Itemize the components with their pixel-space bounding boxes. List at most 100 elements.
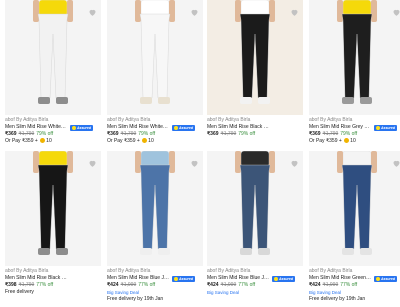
original-price: ₹1,799 [18, 282, 35, 288]
discount-percent: 79% off [340, 131, 358, 137]
product-image[interactable] [309, 0, 400, 115]
model-photo [207, 0, 303, 115]
supercoin-offer-text: Or Pay ₹359 + [309, 138, 344, 144]
assured-badge: Assured [374, 124, 398, 131]
original-price: ₹1,999 [220, 282, 237, 288]
product-name-row: Men Slim Mid Rise Black Jea... [207, 124, 303, 131]
product-info: abof By Aditya Birla Men Slim Mid Rise Bl… [207, 268, 303, 307]
model-photo [5, 0, 101, 115]
product-name[interactable]: Men Slim Mid Rise Black Jea... [207, 124, 269, 131]
wishlist-heart-icon[interactable] [290, 4, 299, 16]
product-card[interactable]: abof By Aditya Birla Men Slim Mid Rise Bl… [207, 0, 303, 150]
product-brand: abof By Aditya Birla [309, 268, 353, 274]
supercoin-offer: Or Pay ₹359 + 10 [5, 138, 101, 145]
product-image[interactable] [207, 151, 303, 266]
product-name[interactable]: Men Slim Mid Rise Grey Jeans [309, 124, 371, 131]
original-price: ₹1,799 [120, 131, 137, 137]
supercoin-icon [344, 138, 350, 143]
product-info: abof By Aditya Birla Men Slim Mid Rise Gr… [309, 268, 400, 307]
selling-price: ₹369 [309, 131, 321, 137]
supercoin-count: 10 [350, 138, 356, 144]
delivery-info: Free delivery [5, 289, 34, 295]
product-name[interactable]: Men Slim Mid Rise Blue Jeans [107, 275, 169, 282]
product-image[interactable] [309, 151, 400, 266]
product-card[interactable]: abof By Aditya Birla Men Slim Mid Rise Bl… [5, 151, 101, 301]
product-brand: abof By Aditya Birla [5, 117, 49, 123]
product-card[interactable]: abof By Aditya Birla Men Slim Mid Rise Gr… [309, 151, 400, 302]
assured-dot-icon [174, 276, 178, 281]
discount-percent: 79% off [36, 131, 54, 137]
wishlist-heart-icon[interactable] [290, 155, 299, 167]
price-row: ₹369 ₹1,799 79% off [309, 131, 400, 138]
delivery-info: Free delivery by 19th Jan [309, 296, 366, 302]
product-card[interactable]: abof By Aditya Birla Men Slim Mid Rise Wh… [107, 0, 203, 150]
model-photo [309, 151, 400, 266]
product-name-row: Men Slim Mid Rise White Jea... Assured [107, 124, 203, 131]
wishlist-heart-icon[interactable] [190, 155, 199, 167]
product-info: abof By Aditya Birla Men Slim Mid Rise Bl… [107, 268, 203, 307]
product-name[interactable]: Men Slim Mid Rise Blue Jeans [207, 275, 269, 282]
assured-badge: Assured [374, 275, 398, 282]
original-price: ₹1,999 [120, 282, 137, 288]
assured-dot-icon [376, 125, 380, 130]
model-photo [5, 151, 101, 266]
discount-percent: 77% off [138, 282, 156, 288]
price-row: ₹369 ₹1,799 79% off [207, 131, 303, 138]
product-brand: abof By Aditya Birla [107, 268, 151, 274]
selling-price: ₹369 [107, 131, 119, 137]
product-image[interactable] [5, 151, 101, 266]
selling-price: ₹369 [5, 131, 17, 137]
supercoin-icon [142, 138, 148, 143]
product-card[interactable]: abof By Aditya Birla Men Slim Mid Rise Gr… [309, 0, 400, 150]
product-card[interactable]: abof By Aditya Birla Men Slim Mid Rise Wh… [5, 0, 101, 150]
product-image[interactable] [5, 0, 101, 115]
wishlist-heart-icon[interactable] [88, 155, 97, 167]
assured-dot-icon [174, 125, 178, 130]
assured-label: Assured [179, 276, 194, 281]
price-row: ₹369 ₹1,799 79% off [5, 131, 101, 138]
wishlist-heart-icon[interactable] [392, 155, 400, 167]
deal-label: Big Saving Deal [309, 290, 342, 295]
product-name[interactable]: Men Slim Mid Rise Green Jeans [309, 275, 371, 282]
product-image[interactable] [207, 0, 303, 115]
price-row: ₹424 ₹1,999 77% off [309, 282, 400, 289]
supercoin-count: 10 [148, 138, 154, 144]
product-brand: abof By Aditya Birla [5, 268, 49, 274]
product-brand: abof By Aditya Birla [107, 117, 151, 123]
wishlist-heart-icon[interactable] [88, 4, 97, 16]
product-grid: abof By Aditya Birla Men Slim Mid Rise Wh… [0, 0, 400, 307]
wishlist-heart-icon[interactable] [190, 4, 199, 16]
selling-price: ₹424 [207, 282, 219, 288]
assured-label: Assured [381, 125, 396, 130]
original-price: ₹1,799 [322, 131, 339, 137]
product-name[interactable]: Men Slim Mid Rise White Jea... [107, 124, 169, 131]
product-name[interactable]: Men Slim Mid Rise Black Jeans [5, 275, 67, 282]
product-brand: abof By Aditya Birla [309, 117, 353, 123]
product-brand: abof By Aditya Birla [207, 117, 251, 123]
assured-label: Assured [179, 125, 194, 130]
product-card[interactable]: abof By Aditya Birla Men Slim Mid Rise Bl… [107, 151, 203, 302]
product-name[interactable]: Men Slim Mid Rise White Jea... [5, 124, 67, 131]
product-name-row: Men Slim Mid Rise Grey Jeans Assured [309, 124, 400, 131]
selling-price: ₹369 [207, 131, 219, 137]
assured-label: Assured [381, 276, 396, 281]
assured-dot-icon [72, 125, 76, 130]
product-name-row: Men Slim Mid Rise Green Jeans Assured [309, 275, 400, 282]
deal-label: Big Saving Deal [207, 290, 240, 295]
product-brand: abof By Aditya Birla [207, 268, 251, 274]
product-image[interactable] [107, 151, 203, 266]
supercoin-offer: Or Pay ₹359 + 10 [309, 138, 400, 145]
price-row: ₹398 ₹1,799 77% off [5, 282, 101, 289]
original-price: ₹1,799 [18, 131, 35, 137]
assured-badge: Assured [272, 275, 296, 282]
wishlist-heart-icon[interactable] [392, 4, 400, 16]
product-card[interactable]: abof By Aditya Birla Men Slim Mid Rise Bl… [207, 151, 303, 301]
model-photo [107, 151, 203, 266]
supercoin-icon [40, 138, 46, 143]
supercoin-count: 10 [46, 138, 52, 144]
product-name-row: Men Slim Mid Rise Black Jeans [5, 275, 101, 282]
product-image[interactable] [107, 0, 203, 115]
discount-percent: 79% off [138, 131, 156, 137]
delivery-info: Free delivery by 19th Jan [107, 296, 164, 302]
product-name-row: Men Slim Mid Rise White Jea... Assured [5, 124, 101, 131]
